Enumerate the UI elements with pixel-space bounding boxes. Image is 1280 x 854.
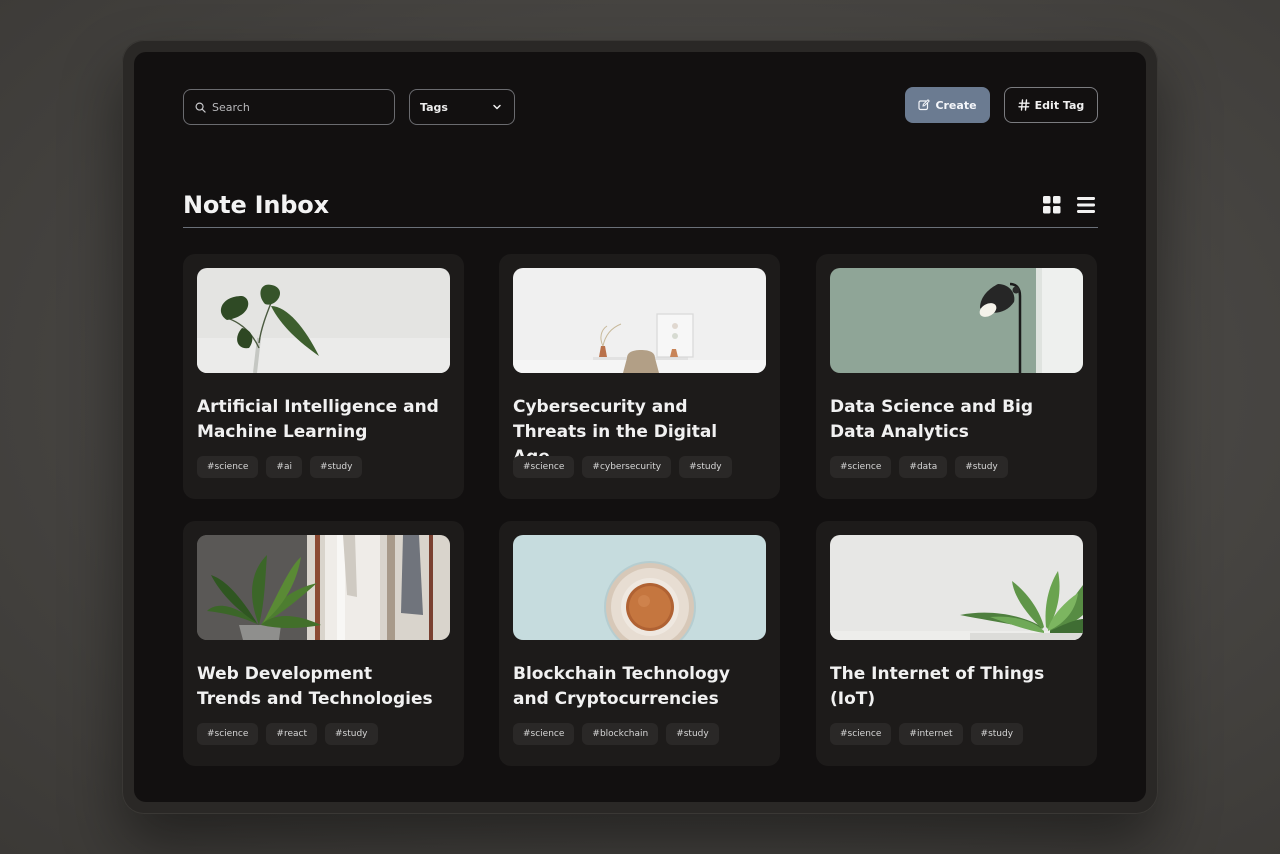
tag-list: #science #ai #study — [197, 456, 363, 478]
app-screen: Tags Create Edit Tag Note Inbox — [134, 52, 1146, 802]
tag-list: #science #internet #study — [830, 723, 1024, 745]
header-divider — [183, 227, 1098, 228]
tag-list: #science #blockchain #study — [513, 723, 719, 745]
tag-chip[interactable]: #study — [309, 456, 363, 478]
coffee-cup-image — [513, 535, 766, 640]
view-toggle-group — [1042, 195, 1096, 215]
list-view-icon[interactable] — [1076, 195, 1096, 215]
search-icon — [195, 102, 206, 113]
tag-chip[interactable]: #blockchain — [582, 723, 659, 745]
tag-chip[interactable]: #study — [666, 723, 719, 745]
plant-leaves-image — [197, 268, 450, 373]
create-button-label: Create — [935, 98, 977, 112]
tag-chip[interactable]: #react — [266, 723, 317, 745]
note-card[interactable]: Web Development Trends and Technologies … — [183, 521, 464, 766]
grid-view-icon[interactable] — [1042, 195, 1062, 215]
note-card[interactable]: Artificial Intelligence and Machine Lear… — [183, 254, 464, 499]
note-title: Web Development Trends and Technologies — [197, 664, 433, 709]
tag-chip[interactable]: #science — [513, 723, 575, 745]
tag-chip[interactable]: #study — [970, 723, 1024, 745]
tags-filter-dropdown[interactable]: Tags — [409, 89, 515, 125]
tag-chip[interactable]: #science — [830, 456, 892, 478]
tag-chip[interactable]: #data — [899, 456, 948, 478]
hashtag-icon — [1017, 99, 1030, 111]
edit-note-icon — [918, 99, 931, 111]
note-card[interactable]: The Internet of Things (IoT) #science #i… — [816, 521, 1097, 766]
tag-chip[interactable]: #ai — [266, 456, 302, 478]
tag-chip[interactable]: #science — [197, 456, 259, 478]
tag-chip[interactable]: #internet — [899, 723, 963, 745]
houseplant-image — [197, 535, 450, 640]
edit-tag-button[interactable]: Edit Tag — [1004, 87, 1098, 123]
succulent-image — [830, 535, 1083, 640]
note-title: Artificial Intelligence and Machine Lear… — [197, 397, 439, 442]
chevron-down-icon — [493, 104, 501, 110]
tag-list: #science #react #study — [197, 723, 378, 745]
note-card[interactable]: Blockchain Technology and Cryptocurrenci… — [499, 521, 780, 766]
note-title: Blockchain Technology and Cryptocurrenci… — [513, 664, 730, 709]
floor-lamp-image — [830, 268, 1083, 373]
tag-chip[interactable]: #study — [679, 456, 732, 478]
note-card[interactable]: Data Science and Big Data Analytics #sci… — [816, 254, 1097, 499]
tag-chip[interactable]: #study — [324, 723, 378, 745]
page-title: Note Inbox — [183, 191, 329, 219]
tag-list: #science #cybersecurity #study — [513, 456, 732, 478]
tag-list: #science #data #study — [830, 456, 1008, 478]
create-button[interactable]: Create — [905, 87, 990, 123]
note-title: Data Science and Big Data Analytics — [830, 397, 1034, 442]
search-box[interactable] — [183, 89, 395, 125]
tag-chip[interactable]: #study — [955, 456, 1008, 478]
tag-chip[interactable]: #science — [197, 723, 259, 745]
edit-tag-button-label: Edit Tag — [1034, 98, 1085, 112]
tag-chip[interactable]: #cybersecurity — [582, 456, 672, 478]
search-input[interactable] — [212, 100, 382, 114]
tags-filter-label: Tags — [420, 100, 448, 114]
white-desk-image — [513, 268, 766, 373]
note-title: The Internet of Things (IoT) — [830, 664, 1045, 709]
tag-chip[interactable]: #science — [830, 723, 892, 745]
note-card[interactable]: Cybersecurity and Threats in the Digital… — [499, 254, 780, 499]
tag-chip[interactable]: #science — [513, 456, 575, 478]
device-frame: Tags Create Edit Tag Note Inbox — [122, 40, 1158, 814]
